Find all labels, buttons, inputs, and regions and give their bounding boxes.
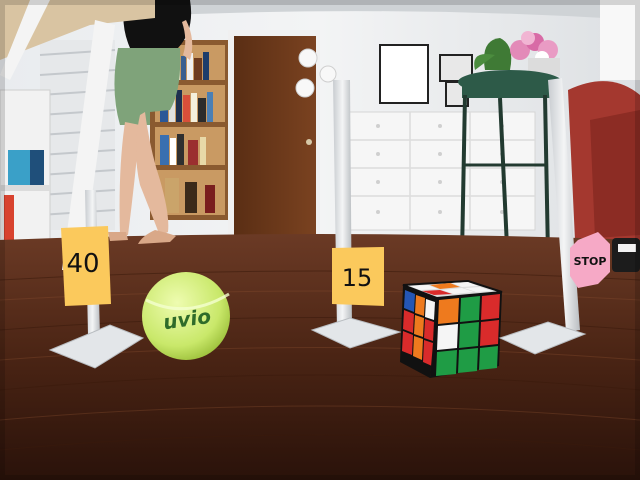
photo-scene: 40 uvio 15 STOP (0, 0, 640, 480)
sign-15: 15 (332, 247, 384, 306)
tennis-ball: uvio (142, 272, 230, 360)
sign-40-label: 40 (66, 249, 99, 279)
left-shelf (0, 89, 51, 241)
sign-40: 40 (61, 226, 111, 306)
picture-frames (379, 44, 473, 107)
red-armchair (568, 81, 640, 240)
sign-15-label: 15 (342, 264, 373, 292)
cube-front-face (436, 294, 500, 376)
photo-canvas: 40 uvio 15 STOP (0, 0, 640, 480)
rubiks-cube (400, 279, 503, 378)
stop-sign-label: STOP (574, 255, 607, 268)
right-window (600, 0, 640, 80)
